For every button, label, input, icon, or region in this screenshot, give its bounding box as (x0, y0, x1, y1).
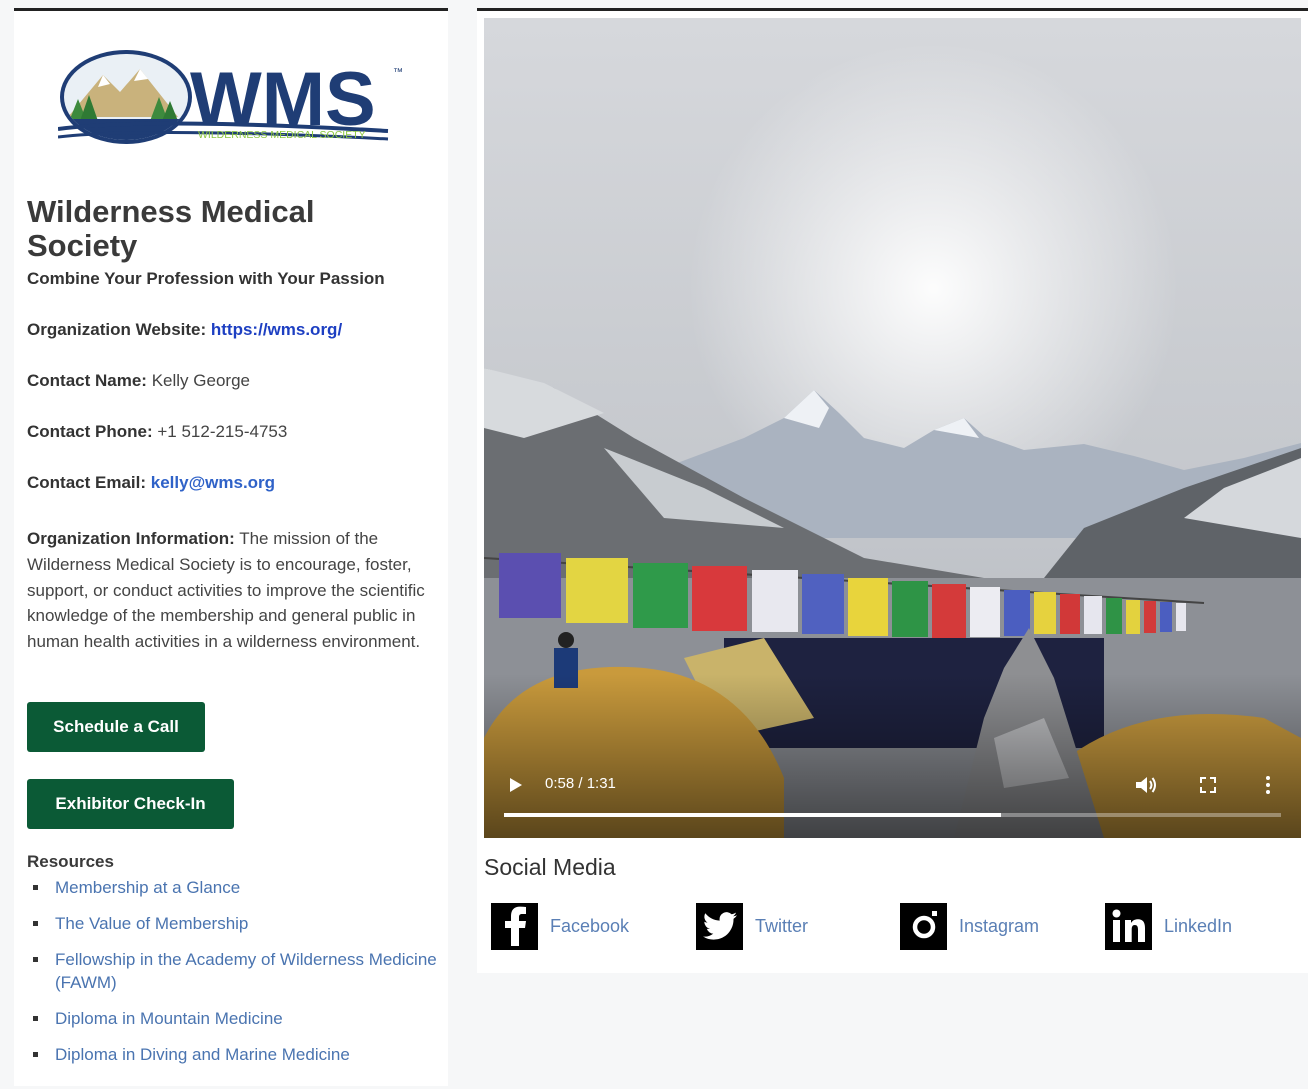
media-card: 0:58 / 1:31 Social Media Facebook Twitte… (477, 8, 1308, 973)
resource-link[interactable]: Membership at a Glance (27, 876, 437, 899)
resources-heading: Resources (27, 852, 114, 871)
linkedin-icon (1105, 902, 1152, 950)
wms-logo: WMS ™ WILDERNESS MEDICAL SOCIETY (57, 47, 408, 147)
social-label: Facebook (550, 915, 630, 936)
contact-name-row: Contact Name: Kelly George (27, 371, 250, 391)
social-label: Instagram (959, 915, 1040, 936)
fullscreen-icon[interactable] (1200, 777, 1216, 793)
website-link[interactable]: https://wms.org/ (211, 320, 342, 339)
organization-tagline: Combine Your Profession with Your Passio… (27, 269, 385, 288)
organization-information: Organization Information: The mission of… (27, 526, 437, 655)
resource-link[interactable]: The Value of Membership (27, 912, 437, 935)
more-options-icon[interactable] (1265, 775, 1271, 795)
website-row: Organization Website: https://wms.org/ (27, 320, 342, 340)
organization-information-label: Organization Information: (27, 529, 235, 548)
resource-link[interactable]: Diploma in Mountain Medicine (27, 1007, 437, 1030)
contact-phone-label: Contact Phone: (27, 422, 153, 441)
social-media-heading: Social Media (484, 854, 616, 880)
contact-email-label: Contact Email: (27, 473, 147, 492)
contact-name-value: Kelly George (151, 371, 250, 390)
website-label: Organization Website: (27, 320, 207, 339)
social-twitter-link[interactable]: Twitter (696, 902, 808, 950)
social-instagram-link[interactable]: Instagram (900, 902, 1039, 950)
volume-icon[interactable] (1136, 775, 1158, 795)
logo-subtext: WILDERNESS MEDICAL SOCIETY (198, 129, 366, 141)
contact-phone-row: Contact Phone: +1 512-215-4753 (27, 422, 287, 442)
video-progress-bar[interactable] (504, 813, 1281, 817)
twitter-icon (696, 902, 743, 950)
social-facebook-link[interactable]: Facebook (491, 902, 629, 950)
schedule-call-button[interactable]: Schedule a Call (27, 702, 205, 752)
resources-list: Membership at a Glance The Value of Memb… (27, 876, 437, 1079)
video-progress-fill (504, 813, 1002, 817)
exhibitor-info-card: WMS ™ WILDERNESS MEDICAL SOCIETY Wildern… (14, 8, 448, 1086)
logo-trademark: ™ (393, 67, 403, 78)
video-frame-mountain-camp (484, 18, 1301, 838)
exhibitor-checkin-button[interactable]: Exhibitor Check-In (27, 779, 234, 829)
instagram-icon (900, 902, 947, 950)
video-time: 0:58 / 1:31 (545, 775, 616, 792)
video-player[interactable]: 0:58 / 1:31 (484, 18, 1301, 838)
play-icon[interactable] (510, 778, 522, 792)
contact-email-row: Contact Email: kelly@wms.org (27, 473, 275, 493)
social-label: LinkedIn (1164, 915, 1233, 936)
organization-name: Wilderness Medical Society (27, 194, 315, 263)
contact-phone-value: +1 512-215-4753 (157, 422, 288, 441)
contact-email-link[interactable]: kelly@wms.org (151, 473, 275, 492)
resource-link[interactable]: Diploma in Diving and Marine Medicine (27, 1043, 437, 1066)
contact-name-label: Contact Name: (27, 371, 147, 390)
resource-link[interactable]: Fellowship in the Academy of Wilderness … (27, 948, 437, 994)
social-linkedin-link[interactable]: LinkedIn (1105, 902, 1232, 950)
facebook-icon (491, 902, 538, 950)
social-label: Twitter (755, 915, 809, 936)
